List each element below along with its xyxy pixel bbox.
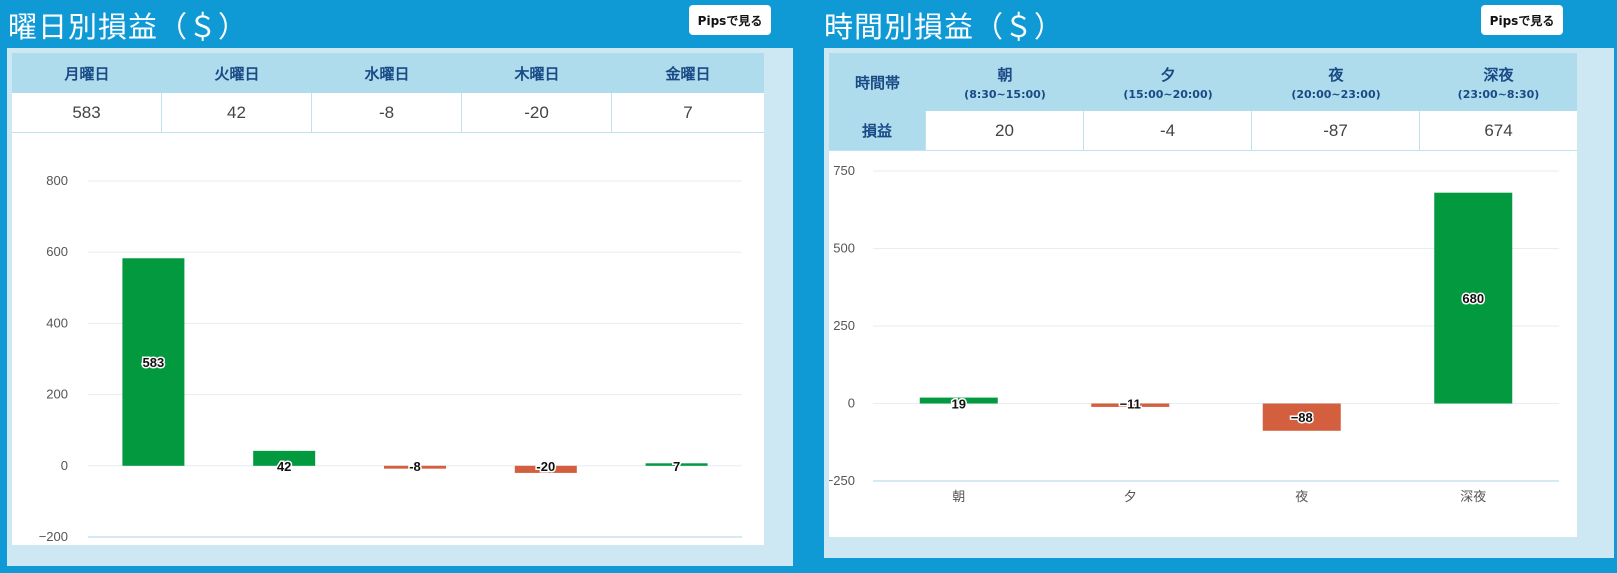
y-tick-label: 400 xyxy=(46,315,68,330)
timeslot-header-latenight: 深夜 (23:00~8:30) xyxy=(1420,53,1577,111)
timeslot-pips-button[interactable]: Pipsで見る xyxy=(1481,5,1563,35)
weekday-value-wed: -8 xyxy=(312,93,462,133)
weekday-header-tue: 火曜日 xyxy=(214,64,260,83)
timeslot-bar-chart: −250 0 250 500 750 19 朝 −11 夕 −88 夜 680 深夜 xyxy=(826,163,1559,504)
x-tick-label: 夕 xyxy=(1124,489,1137,504)
weekday-chart-area: −2000200400600800583月42火-8水-20木7金 xyxy=(12,133,764,560)
timeslot-header-morning-name: 朝 xyxy=(997,65,1013,84)
timeslot-pnl-panel: 時間別損益（＄） Pipsで見る 時間帯 朝 (8:30~15:00) 夕 (1… xyxy=(824,0,1617,573)
y-tick-label: 500 xyxy=(833,241,855,256)
weekday-value-thu: -20 xyxy=(462,93,612,133)
timeslot-header-row: 時間帯 朝 (8:30~15:00) 夕 (15:00~20:00) 夜 (20… xyxy=(829,53,1577,111)
weekday-value-tue: 42 xyxy=(162,93,312,133)
bar-data-label: 42 xyxy=(277,459,291,474)
weekday-header-fri: 金曜日 xyxy=(665,64,711,83)
y-tick-label: 250 xyxy=(833,318,855,333)
bar-data-label: -8 xyxy=(409,459,421,474)
timeslot-pnl-title: 時間別損益（＄） xyxy=(824,10,1065,44)
y-tick-label: −250 xyxy=(829,473,855,488)
weekday-header-mon: 月曜日 xyxy=(64,64,110,83)
timeslot-header-evening: 夕 (15:00~20:00) xyxy=(1084,53,1252,111)
weekday-value-row: 583 42 -8 -20 7 xyxy=(12,93,764,133)
y-tick-label: 0 xyxy=(848,396,855,411)
timeslot-header-morning: 朝 (8:30~15:00) xyxy=(926,53,1084,111)
weekday-header-wed: 水曜日 xyxy=(364,64,410,83)
weekday-pips-button[interactable]: Pipsで見る xyxy=(689,5,771,35)
bar-data-label: 19 xyxy=(952,397,966,412)
timeslot-chart-area: −250 0 250 500 750 19 朝 −11 夕 −88 夜 680 深夜 xyxy=(826,151,1577,537)
weekday-header-thu: 木曜日 xyxy=(514,64,560,83)
y-tick-label: 750 xyxy=(833,163,855,178)
weekday-card: 月曜日 火曜日 水曜日 木曜日 金曜日 583 42 -8 -20 7 −200… xyxy=(7,48,793,566)
bar-data-label: -20 xyxy=(536,459,555,474)
y-tick-label: 600 xyxy=(46,244,68,259)
bar-data-label: 583 xyxy=(143,355,165,370)
y-tick-label: 0 xyxy=(61,458,68,473)
timeslot-card: 時間帯 朝 (8:30~15:00) 夕 (15:00~20:00) 夜 (20… xyxy=(824,48,1614,558)
bar-data-label: −88 xyxy=(1291,410,1313,425)
timeslot-value-label: 損益 xyxy=(829,111,926,151)
x-tick-label: 朝 xyxy=(952,489,965,504)
y-tick-label: 200 xyxy=(46,387,68,402)
weekday-value-fri: 7 xyxy=(612,93,764,133)
bar-data-label: 680 xyxy=(1462,291,1484,306)
bar-data-label: −11 xyxy=(1120,397,1141,412)
timeslot-header-latenight-range: (23:00~8:30) xyxy=(1457,87,1540,101)
timeslot-header-night: 夜 (20:00~23:00) xyxy=(1252,53,1420,111)
timeslot-value-morning: 20 xyxy=(926,111,1084,151)
weekday-pnl-panel: 曜日別損益（＄） Pipsで見る 月曜日 火曜日 水曜日 木曜日 金曜日 583… xyxy=(0,0,793,573)
timeslot-header-night-name: 夜 xyxy=(1328,65,1344,84)
x-tick-label: 深夜 xyxy=(1460,489,1486,504)
timeslot-value-evening: -4 xyxy=(1084,111,1252,151)
timeslot-header-label: 時間帯 xyxy=(854,73,900,92)
bar-data-label: 7 xyxy=(673,459,680,474)
weekday-header-row: 月曜日 火曜日 水曜日 木曜日 金曜日 xyxy=(12,53,764,93)
timeslot-header-morning-range: (8:30~15:00) xyxy=(964,87,1046,101)
weekday-bar-chart: −2000200400600800583月42火-8水-20木7金 xyxy=(39,173,742,560)
y-tick-label: 800 xyxy=(46,173,68,188)
weekday-pnl-title: 曜日別損益（＄） xyxy=(8,10,249,44)
timeslot-value-night: -87 xyxy=(1252,111,1420,151)
timeslot-value-latenight: 674 xyxy=(1420,111,1577,151)
timeslot-header-night-range: (20:00~23:00) xyxy=(1291,87,1381,101)
weekday-value-mon: 583 xyxy=(12,93,162,133)
timeslot-header-evening-name: 夕 xyxy=(1160,65,1176,84)
y-tick-label: −200 xyxy=(39,529,68,544)
timeslot-value-row: 損益 20 -4 -87 674 xyxy=(829,111,1577,151)
x-tick-label: 夜 xyxy=(1295,489,1308,504)
timeslot-header-evening-range: (15:00~20:00) xyxy=(1123,87,1213,101)
timeslot-header-latenight-name: 深夜 xyxy=(1483,65,1514,84)
